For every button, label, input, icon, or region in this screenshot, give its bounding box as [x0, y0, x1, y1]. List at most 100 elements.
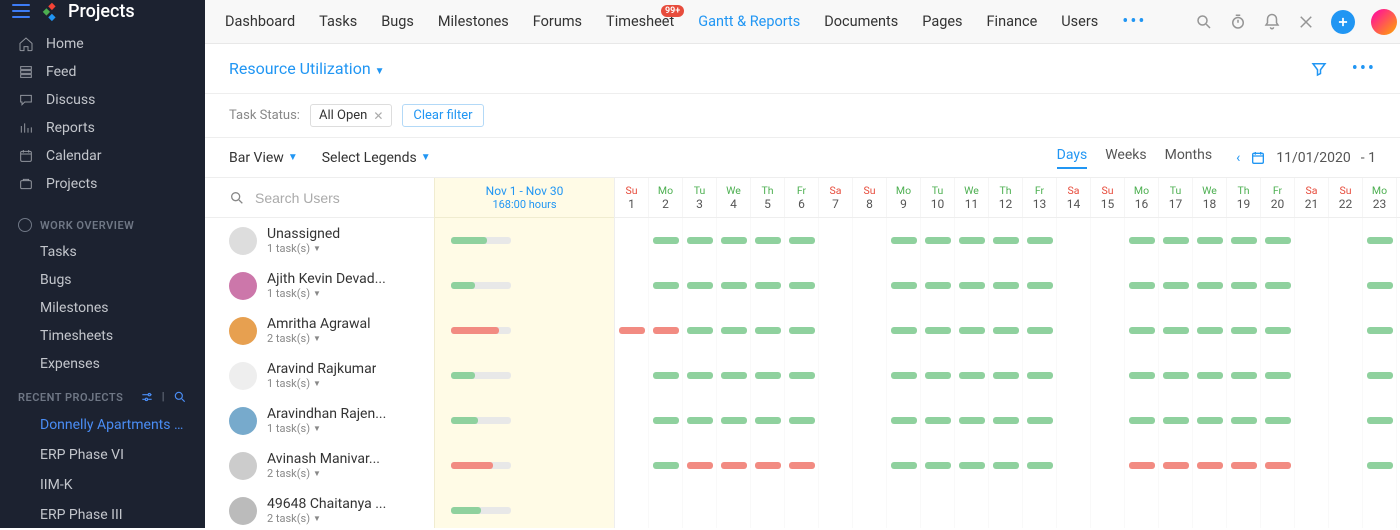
- gantt-cell[interactable]: [751, 218, 785, 263]
- gantt-cell[interactable]: [717, 443, 751, 488]
- gantt-cell[interactable]: [921, 353, 955, 398]
- gantt-cell[interactable]: [853, 488, 887, 528]
- gantt-cell[interactable]: [717, 398, 751, 443]
- gantt-cell[interactable]: [989, 263, 1023, 308]
- timer-icon[interactable]: [1229, 13, 1247, 31]
- gantt-cell[interactable]: [1057, 218, 1091, 263]
- gantt-cell[interactable]: [1023, 398, 1057, 443]
- gantt-cell[interactable]: [1227, 353, 1261, 398]
- gantt-cell[interactable]: [1159, 398, 1193, 443]
- more-icon[interactable]: •••: [1352, 58, 1376, 79]
- gantt-cell[interactable]: [1261, 488, 1295, 528]
- gantt-cell[interactable]: [1159, 263, 1193, 308]
- gantt-cell[interactable]: [683, 398, 717, 443]
- gantt-cell[interactable]: [751, 443, 785, 488]
- gantt-cell[interactable]: [751, 398, 785, 443]
- sidebar-work-milestones[interactable]: Milestones: [0, 294, 205, 322]
- gantt-cell[interactable]: [751, 263, 785, 308]
- gantt-cell[interactable]: [1329, 353, 1363, 398]
- user-row[interactable]: Aravindhan Rajen... 1 task(s) ▼: [205, 398, 434, 443]
- gantt-cell[interactable]: [853, 443, 887, 488]
- gantt-cell[interactable]: [853, 308, 887, 353]
- user-row[interactable]: 49648 Chaitanya ... 2 task(s) ▼: [205, 488, 434, 528]
- gantt-cell[interactable]: [649, 353, 683, 398]
- sidebar-work-tasks[interactable]: Tasks: [0, 238, 205, 266]
- gantt-cell[interactable]: [887, 398, 921, 443]
- gantt-cell[interactable]: [785, 443, 819, 488]
- gantt-cell[interactable]: [1363, 443, 1397, 488]
- gantt-cell[interactable]: [1363, 308, 1397, 353]
- sidebar-item-feed[interactable]: Feed: [0, 58, 205, 86]
- clear-filter-button[interactable]: Clear filter: [402, 104, 483, 127]
- gantt-cell[interactable]: [615, 353, 649, 398]
- gantt-cell[interactable]: [785, 353, 819, 398]
- gantt-cell[interactable]: [1125, 263, 1159, 308]
- gantt-cell[interactable]: [1261, 443, 1295, 488]
- user-tasks[interactable]: 2 task(s) ▼: [267, 332, 371, 345]
- gantt-cell[interactable]: [1295, 218, 1329, 263]
- gantt-cell[interactable]: [1193, 263, 1227, 308]
- report-title-dropdown[interactable]: Resource Utilization ▼: [229, 59, 385, 78]
- gantt-cell[interactable]: [649, 308, 683, 353]
- gantt-cell[interactable]: [1023, 263, 1057, 308]
- user-tasks[interactable]: 1 task(s) ▼: [267, 287, 386, 300]
- gantt-cell[interactable]: [819, 398, 853, 443]
- calendar-icon[interactable]: [1250, 150, 1266, 166]
- legends-dropdown[interactable]: Select Legends ▼: [322, 150, 431, 166]
- gantt-cell[interactable]: [853, 398, 887, 443]
- gantt-cell[interactable]: [1363, 488, 1397, 528]
- gantt-cell[interactable]: [1091, 488, 1125, 528]
- gantt-cell[interactable]: [785, 263, 819, 308]
- gantt-cell[interactable]: [683, 488, 717, 528]
- app-logo[interactable]: Projects: [40, 0, 135, 22]
- gantt-cell[interactable]: [921, 398, 955, 443]
- gantt-cell[interactable]: [649, 398, 683, 443]
- gantt-cell[interactable]: [1363, 398, 1397, 443]
- gantt-cell[interactable]: [1023, 443, 1057, 488]
- recent-project[interactable]: ERP Phase VI: [0, 440, 205, 470]
- gantt-cell[interactable]: [1193, 218, 1227, 263]
- gantt-cell[interactable]: [1057, 263, 1091, 308]
- gantt-cell[interactable]: [1023, 353, 1057, 398]
- gantt-cell[interactable]: [1159, 353, 1193, 398]
- gantt-cell[interactable]: [717, 218, 751, 263]
- gantt-cell[interactable]: [649, 263, 683, 308]
- gantt-cell[interactable]: [1227, 218, 1261, 263]
- hamburger-icon[interactable]: [12, 4, 30, 18]
- gantt-cell[interactable]: [989, 218, 1023, 263]
- gantt-cell[interactable]: [955, 398, 989, 443]
- gantt-cell[interactable]: [1295, 263, 1329, 308]
- gantt-cell[interactable]: [1261, 353, 1295, 398]
- gantt-cell[interactable]: [921, 488, 955, 528]
- gantt-cell[interactable]: [649, 218, 683, 263]
- gantt-cell[interactable]: [751, 488, 785, 528]
- gantt-cell[interactable]: [1125, 308, 1159, 353]
- gantt-cell[interactable]: [1363, 353, 1397, 398]
- gantt-cell[interactable]: [683, 308, 717, 353]
- tab-pages[interactable]: Pages: [922, 13, 962, 30]
- settings-icon[interactable]: [140, 390, 154, 404]
- sidebar-item-calendar[interactable]: Calendar: [0, 142, 205, 170]
- user-row[interactable]: Aravind Rajkumar 1 task(s) ▼: [205, 353, 434, 398]
- gantt-cell[interactable]: [819, 488, 853, 528]
- gantt-cell[interactable]: [887, 218, 921, 263]
- user-row[interactable]: Avinash Manivar... 2 task(s) ▼: [205, 443, 434, 488]
- search-users-input[interactable]: [255, 190, 405, 206]
- gantt-cell[interactable]: [989, 488, 1023, 528]
- user-tasks[interactable]: 1 task(s) ▼: [267, 242, 340, 255]
- gantt-cell[interactable]: [717, 308, 751, 353]
- gantt-cell[interactable]: [989, 443, 1023, 488]
- bell-icon[interactable]: [1263, 13, 1281, 31]
- gantt-cell[interactable]: [1295, 398, 1329, 443]
- gantt-cell[interactable]: [1329, 263, 1363, 308]
- gantt-cell[interactable]: [683, 263, 717, 308]
- user-tasks[interactable]: 2 task(s) ▼: [267, 467, 380, 480]
- more-tabs-icon[interactable]: •••: [1122, 11, 1146, 32]
- user-tasks[interactable]: 2 task(s) ▼: [267, 512, 386, 525]
- tab-bugs[interactable]: Bugs: [381, 13, 414, 30]
- gantt-cell[interactable]: [955, 488, 989, 528]
- user-tasks[interactable]: 1 task(s) ▼: [267, 377, 376, 390]
- gantt-cell[interactable]: [1057, 353, 1091, 398]
- gantt-cell[interactable]: [887, 443, 921, 488]
- tab-documents[interactable]: Documents: [824, 13, 898, 30]
